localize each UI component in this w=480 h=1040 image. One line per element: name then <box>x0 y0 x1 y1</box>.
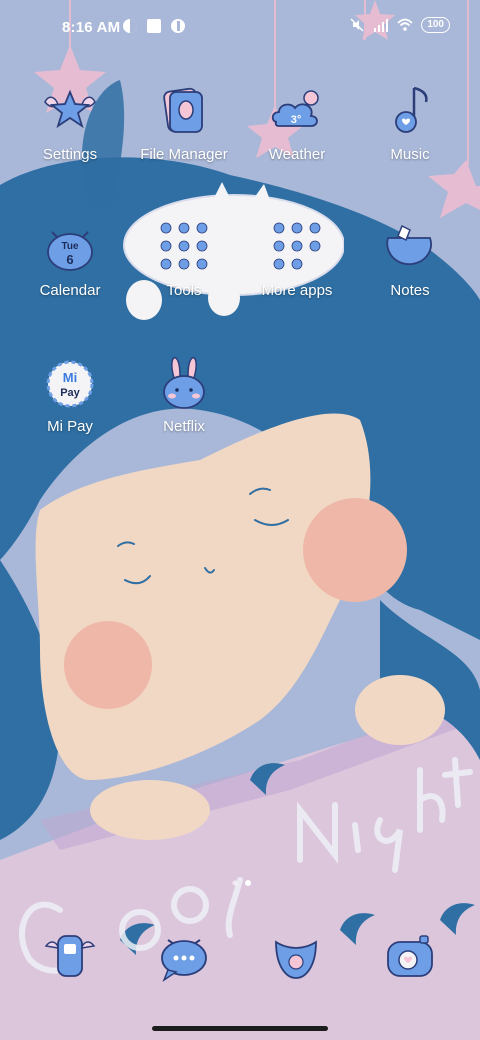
calendar-date: 6 <box>66 252 73 267</box>
folder-tools[interactable]: Tools <box>124 218 244 328</box>
app-label: Weather <box>268 146 326 163</box>
app-label: File Manager <box>140 146 228 163</box>
folder-more-apps[interactable]: More apps <box>237 218 357 328</box>
wifi-icon <box>397 18 413 31</box>
app-mi-pay[interactable]: Mi Pay Mi Pay <box>10 354 130 464</box>
status-bar: 8:16 AM 100 <box>0 0 480 56</box>
music-note-icon <box>395 86 428 133</box>
mi-pay-pay: Pay <box>60 387 80 399</box>
battery-indicator: 100 <box>421 17 450 33</box>
mute-icon <box>350 18 364 32</box>
more-apps-folder-icon <box>273 222 321 270</box>
status-time: 8:16 AM <box>62 19 121 36</box>
calendar-icon: Tue 6 <box>47 231 93 271</box>
message-bubble-icon[interactable] <box>154 926 214 986</box>
notification-app-icon <box>123 19 137 33</box>
app-file-manager[interactable]: File Manager <box>124 82 244 192</box>
tools-folder-icon <box>160 222 208 270</box>
page-indicator[interactable] <box>228 878 256 888</box>
app-weather[interactable]: 3° Weather <box>237 82 357 192</box>
notes-cloud-icon <box>386 224 432 265</box>
app-label: Netflix <box>163 418 205 435</box>
notification-app-icon-2 <box>171 19 185 33</box>
camera-icon[interactable] <box>380 926 440 986</box>
notification-square-icon <box>147 19 161 33</box>
phone-icon[interactable] <box>40 926 100 986</box>
browser-bib-icon[interactable] <box>266 926 326 986</box>
mi-pay-mi: Mi <box>63 370 77 385</box>
signal-icon <box>374 19 389 32</box>
app-music[interactable]: Music <box>350 82 470 192</box>
app-notes[interactable]: Notes <box>350 218 470 328</box>
app-label: Music <box>390 146 430 163</box>
app-label: Settings <box>42 146 98 163</box>
file-manager-icon <box>163 87 203 133</box>
weather-temp: 3° <box>291 114 302 126</box>
app-label: Notes <box>390 282 430 299</box>
app-label: More apps <box>261 282 333 299</box>
app-label: Tools <box>166 282 202 299</box>
calendar-day: Tue <box>61 241 78 252</box>
wing-star-icon <box>44 89 96 129</box>
mi-pay-icon: Mi Pay <box>46 360 94 408</box>
app-settings[interactable]: Settings <box>10 82 130 192</box>
bunny-icon <box>163 356 205 409</box>
gesture-nav-handle[interactable] <box>152 1026 328 1031</box>
weather-cloud-icon: 3° <box>271 90 319 127</box>
app-netflix[interactable]: Netflix <box>124 354 244 464</box>
app-label: Mi Pay <box>47 418 93 435</box>
